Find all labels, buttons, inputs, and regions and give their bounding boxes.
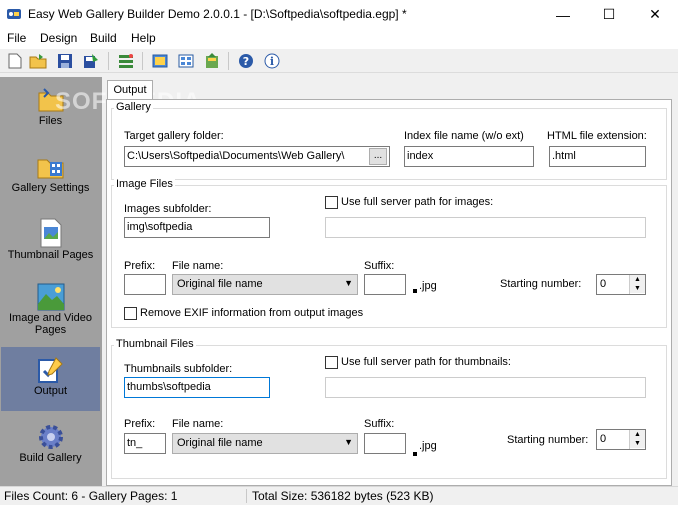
sidebar-item-label: Gallery Settings — [11, 182, 90, 194]
image-extension-text: .jpg — [419, 280, 437, 292]
preview-icon[interactable] — [150, 51, 170, 71]
tab-output[interactable]: Output — [107, 80, 153, 100]
help-icon[interactable]: ? — [236, 51, 256, 71]
sidebar-item-gallery-settings[interactable]: Gallery Settings — [1, 152, 100, 207]
chevron-down-icon: ▼ — [344, 437, 353, 447]
svg-text:?: ? — [243, 55, 249, 68]
thumbnails-subfolder-input[interactable]: thumbs\softpedia — [124, 377, 270, 398]
thumb-prefix-input[interactable]: tn_ — [124, 433, 166, 454]
images-subfolder-label: Images subfolder: — [124, 203, 212, 215]
full-path-images-input[interactable] — [325, 217, 646, 238]
sidebar: Files Gallery Settings Thumbnail Pages I… — [0, 77, 102, 486]
index-file-label: Index file name (w/o ext) — [404, 130, 524, 142]
full-path-images-checkbox[interactable] — [325, 196, 338, 209]
suffix-input[interactable] — [364, 274, 406, 295]
menu-file[interactable]: File — [7, 31, 26, 45]
spin-up-icon[interactable]: ▲ — [630, 275, 645, 284]
output-panel: Gallery Target gallery folder: C:\Users\… — [106, 99, 672, 486]
target-folder-label: Target gallery folder: — [124, 130, 224, 142]
save-icon[interactable] — [55, 51, 75, 71]
thumbnail-files-group-title: Thumbnail Files — [114, 338, 196, 350]
maximize-button[interactable]: ☐ — [586, 0, 632, 29]
save-as-icon[interactable] — [81, 51, 101, 71]
thumb-filename-select-value: Original file name — [177, 437, 263, 449]
chevron-down-icon: ▼ — [344, 278, 353, 288]
image-pages-icon — [37, 283, 64, 311]
prefix-label: Prefix: — [124, 260, 156, 272]
images-subfolder-input[interactable]: img\softpedia — [124, 217, 270, 238]
sidebar-item-label: Build Gallery — [19, 452, 82, 464]
thumbnail-pages-icon — [40, 218, 61, 248]
spin-down-icon[interactable]: ▼ — [630, 439, 645, 448]
extension-marker — [413, 452, 417, 456]
output-icon — [37, 357, 63, 383]
sidebar-item-label: Files — [38, 115, 63, 127]
full-path-thumbnails-input[interactable] — [325, 377, 646, 398]
html-extension-input[interactable]: .html — [549, 146, 646, 167]
spin-up-icon[interactable]: ▲ — [630, 430, 645, 439]
remove-exif-checkbox[interactable] — [124, 307, 137, 320]
build-icon[interactable] — [116, 51, 136, 71]
sidebar-item-label: Image and Video Pages — [9, 312, 92, 336]
total-size-status: Total Size: 536182 bytes (523 KB) — [252, 489, 434, 503]
sidebar-item-build-gallery[interactable]: Build Gallery — [1, 422, 100, 480]
target-folder-input[interactable]: C:\Users\Softpedia\Documents\Web Gallery… — [124, 146, 390, 167]
image-files-group-title: Image Files — [114, 178, 175, 190]
thumb-suffix-label: Suffix: — [364, 418, 395, 430]
gallery-group — [111, 108, 667, 180]
open-icon[interactable] — [28, 51, 48, 71]
html-extension-label: HTML file extension: — [547, 130, 647, 142]
full-path-thumbnails-checkbox[interactable] — [325, 356, 338, 369]
starting-number-label: Starting number: — [500, 278, 582, 290]
suffix-label: Suffix: — [364, 260, 395, 272]
thumb-suffix-input[interactable] — [364, 433, 406, 454]
index-file-input[interactable]: index — [404, 146, 534, 167]
thumb-filename-label: File name: — [172, 418, 224, 430]
thumb-filename-select[interactable]: Original file name ▼ — [172, 433, 358, 454]
filename-label: File name: — [172, 260, 224, 272]
thumbnails-subfolder-label: Thumbnails subfolder: — [124, 363, 233, 375]
new-icon[interactable] — [5, 51, 25, 71]
starting-number-value: 0 — [600, 278, 607, 290]
prefix-input[interactable] — [124, 274, 166, 295]
gear-icon — [38, 425, 63, 449]
files-count-status: Files Count: 6 - Gallery Pages: 1 — [4, 489, 178, 503]
browse-button[interactable]: ... — [369, 148, 387, 165]
close-button[interactable]: ✕ — [632, 0, 678, 29]
spin-down-icon[interactable]: ▼ — [630, 284, 645, 293]
toolbar: ? i — [0, 49, 678, 73]
app-icon[interactable] — [6, 6, 22, 22]
thumb-extension-text: .jpg — [419, 440, 437, 452]
filename-select-value: Original file name — [177, 278, 263, 290]
upload-icon[interactable] — [202, 51, 222, 71]
thumb-prefix-label: Prefix: — [124, 418, 156, 430]
window-title: Easy Web Gallery Builder Demo 2.0.0.1 - … — [28, 7, 407, 21]
about-icon[interactable]: i — [262, 51, 282, 71]
menu-design[interactable]: Design — [40, 31, 77, 45]
filename-select[interactable]: Original file name ▼ — [172, 274, 358, 295]
gallery-settings-icon — [37, 159, 63, 179]
sidebar-item-thumbnail-pages[interactable]: Thumbnail Pages — [1, 217, 100, 272]
extension-marker — [413, 289, 417, 293]
sidebar-item-label: Thumbnail Pages — [7, 249, 94, 261]
thumb-starting-number-stepper[interactable]: 0 ▲ ▼ — [596, 429, 646, 450]
sidebar-item-image-and-video-pages[interactable]: Image and Video Pages — [1, 282, 100, 352]
sidebar-item-label: Output — [33, 385, 68, 397]
status-bar: Files Count: 6 - Gallery Pages: 1 Total … — [0, 486, 678, 505]
full-path-thumbnails-label: Use full server path for thumbnails: — [341, 356, 511, 368]
sidebar-item-output[interactable]: Output — [1, 347, 100, 411]
minimize-button[interactable]: — — [540, 0, 586, 29]
title-bar: Easy Web Gallery Builder Demo 2.0.0.1 - … — [0, 0, 678, 29]
gallery-group-title: Gallery — [114, 101, 153, 113]
menu-build[interactable]: Build — [90, 31, 117, 45]
gallery-icon[interactable] — [176, 51, 196, 71]
starting-number-stepper[interactable]: 0 ▲ ▼ — [596, 274, 646, 295]
menu-help[interactable]: Help — [131, 31, 156, 45]
thumb-starting-number-label: Starting number: — [507, 434, 589, 446]
remove-exif-label: Remove EXIF information from output imag… — [140, 307, 364, 319]
menu-bar: File Design Build Help — [0, 29, 678, 49]
thumb-starting-number-value: 0 — [600, 433, 607, 445]
full-path-images-label: Use full server path for images: — [341, 196, 494, 208]
svg-text:i: i — [270, 55, 274, 68]
